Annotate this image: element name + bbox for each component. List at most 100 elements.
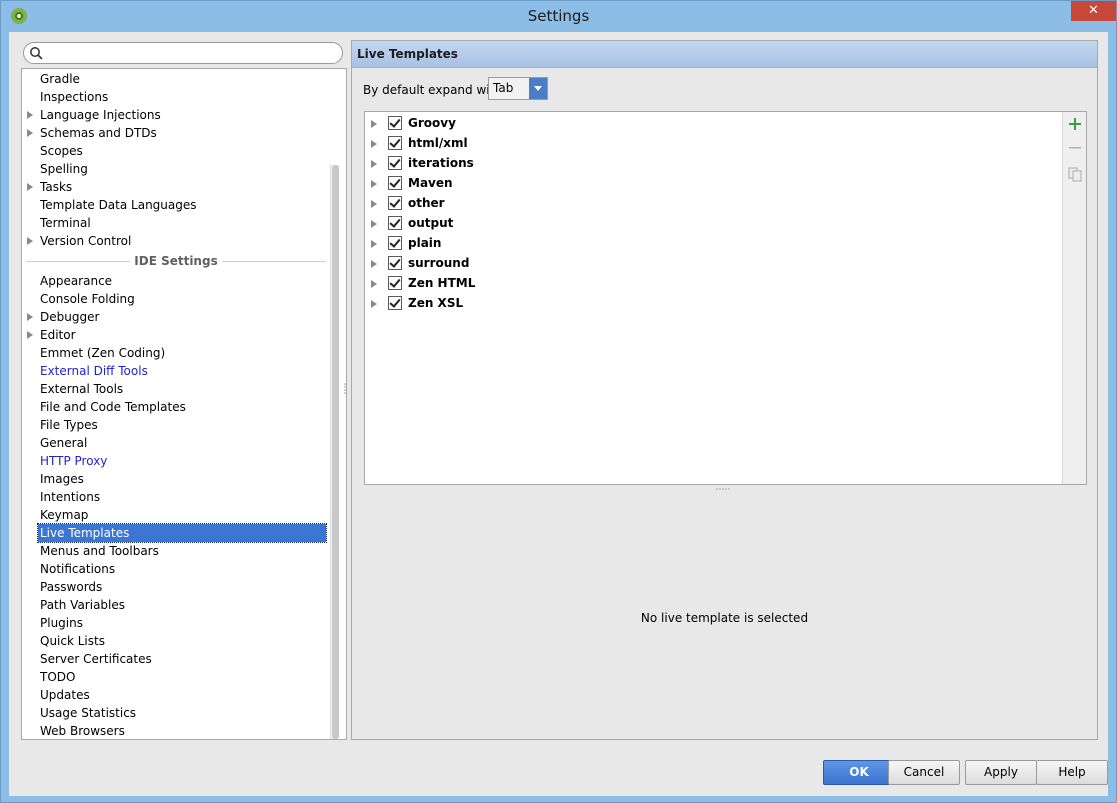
sidebar-item-label: Path Variables	[40, 598, 126, 612]
sidebar-item[interactable]: Live Templates	[22, 523, 327, 543]
sidebar-item[interactable]: Template Data Languages	[22, 196, 326, 214]
sidebar-item-label: Images	[40, 472, 84, 486]
expand-arrow-icon[interactable]	[27, 129, 33, 137]
ok-button[interactable]: OK	[823, 760, 895, 785]
expand-arrow-icon[interactable]	[371, 200, 377, 208]
sidebar-item[interactable]: Editor	[22, 326, 326, 344]
template-group-checkbox[interactable]	[388, 256, 402, 270]
expand-arrow-icon[interactable]	[27, 111, 33, 119]
sidebar-item-label: TODO	[40, 670, 76, 684]
empty-selection-message: No live template is selected	[640, 611, 809, 625]
sidebar-item[interactable]: External Diff Tools	[22, 362, 326, 380]
sidebar-item[interactable]: Gradle	[22, 70, 326, 88]
expand-arrow-icon[interactable]	[371, 260, 377, 268]
cancel-button[interactable]: Cancel	[888, 760, 960, 785]
expand-arrow-icon[interactable]	[371, 140, 377, 148]
sidebar-item[interactable]: Language Injections	[22, 106, 326, 124]
template-group-checkbox[interactable]	[388, 136, 402, 150]
expand-arrow-icon[interactable]	[371, 120, 377, 128]
template-group-checkbox[interactable]	[388, 116, 402, 130]
sidebar-item[interactable]: Spelling	[22, 160, 326, 178]
search-input[interactable]	[46, 45, 336, 61]
expand-arrow-icon[interactable]	[27, 237, 33, 245]
expand-arrow-icon[interactable]	[371, 220, 377, 228]
plus-icon[interactable]	[1067, 116, 1083, 132]
expand-arrow-icon[interactable]	[371, 300, 377, 308]
sidebar-item[interactable]: Notifications	[22, 560, 326, 578]
template-group-checkbox[interactable]	[388, 236, 402, 250]
apply-button[interactable]: Apply	[965, 760, 1037, 785]
sidebar-item[interactable]: Appearance	[22, 272, 326, 290]
template-group-checkbox[interactable]	[388, 216, 402, 230]
sidebar-item[interactable]: File Types	[22, 416, 326, 434]
expand-arrow-icon[interactable]	[371, 240, 377, 248]
sidebar-item-label: Server Certificates	[40, 652, 152, 666]
sidebar-item[interactable]: Console Folding	[22, 290, 326, 308]
template-group-row[interactable]: Zen HTML	[365, 274, 1055, 294]
minus-icon[interactable]	[1067, 140, 1083, 156]
sidebar-item[interactable]: Terminal	[22, 214, 326, 232]
sidebar-item[interactable]: Plugins	[22, 614, 326, 632]
sidebar-item[interactable]: Updates	[22, 686, 326, 704]
sidebar-item[interactable]: HTTP Proxy	[22, 452, 326, 470]
scrollbar-thumb[interactable]	[332, 165, 339, 739]
sidebar-item[interactable]: External Tools	[22, 380, 326, 398]
sidebar-item[interactable]: Path Variables	[22, 596, 326, 614]
sidebar-item[interactable]: Scopes	[22, 142, 326, 160]
panel-splitter[interactable]	[343, 382, 347, 396]
chevron-down-icon[interactable]	[529, 78, 547, 99]
sidebar-item[interactable]: General	[22, 434, 326, 452]
template-group-checkbox[interactable]	[388, 296, 402, 310]
sidebar-item[interactable]: TODO	[22, 668, 326, 686]
sidebar-item[interactable]: Tasks	[22, 178, 326, 196]
copy-icon[interactable]	[1067, 166, 1083, 182]
template-group-row[interactable]: other	[365, 194, 1055, 214]
template-group-checkbox[interactable]	[388, 196, 402, 210]
settings-search[interactable]	[23, 42, 343, 64]
sidebar-item[interactable]: Emmet (Zen Coding)	[22, 344, 326, 362]
template-group-row[interactable]: iterations	[365, 154, 1055, 174]
template-group-checkbox[interactable]	[388, 176, 402, 190]
settings-tree: Gradle Inspections Language Injections Sche…	[21, 68, 347, 740]
template-group-checkbox[interactable]	[388, 276, 402, 290]
sidebar-item[interactable]: Intentions	[22, 488, 326, 506]
panel-header: Live Templates	[352, 41, 1097, 68]
template-group-row[interactable]: Groovy	[365, 114, 1055, 134]
template-group-name: html/xml	[408, 136, 468, 150]
tree-scrollbar[interactable]	[330, 165, 339, 739]
horizontal-splitter[interactable]	[715, 487, 731, 491]
sidebar-item[interactable]: Server Certificates	[22, 650, 326, 668]
template-group-row[interactable]: Zen XSL	[365, 294, 1055, 314]
template-group-checkbox[interactable]	[388, 156, 402, 170]
sidebar-item[interactable]: Menus and Toolbars	[22, 542, 326, 560]
template-group-row[interactable]: surround	[365, 254, 1055, 274]
template-group-row[interactable]: html/xml	[365, 134, 1055, 154]
sidebar-item[interactable]: Inspections	[22, 88, 326, 106]
sidebar-item-label: Editor	[40, 328, 76, 342]
expand-arrow-icon[interactable]	[27, 183, 33, 191]
sidebar-item[interactable]: Quick Lists	[22, 632, 326, 650]
sidebar-item[interactable]: Web Browsers	[22, 722, 326, 739]
expand-arrow-icon[interactable]	[371, 280, 377, 288]
expand-arrow-icon[interactable]	[27, 313, 33, 321]
expand-arrow-icon[interactable]	[371, 180, 377, 188]
sidebar-item[interactable]: Version Control	[22, 232, 326, 250]
template-group-row[interactable]: Maven	[365, 174, 1055, 194]
sidebar-item[interactable]: Usage Statistics	[22, 704, 326, 722]
template-groups-list: Groovy html/xml iterations Maven other output…	[364, 111, 1087, 485]
sidebar-item[interactable]: Passwords	[22, 578, 326, 596]
template-group-row[interactable]: output	[365, 214, 1055, 234]
template-group-row[interactable]: plain	[365, 234, 1055, 254]
close-button[interactable]: ✕	[1071, 1, 1116, 21]
sidebar-item[interactable]: Debugger	[22, 308, 326, 326]
sidebar-item-label: Template Data Languages	[40, 198, 197, 212]
sidebar-item-label: Live Templates	[37, 523, 327, 543]
expand-arrow-icon[interactable]	[27, 331, 33, 339]
sidebar-item[interactable]: Images	[22, 470, 326, 488]
sidebar-item[interactable]: File and Code Templates	[22, 398, 326, 416]
sidebar-item[interactable]: Keymap	[22, 506, 326, 524]
expand-with-select[interactable]: Tab	[488, 77, 548, 100]
expand-arrow-icon[interactable]	[371, 160, 377, 168]
help-button[interactable]: Help	[1036, 760, 1108, 785]
sidebar-item[interactable]: Schemas and DTDs	[22, 124, 326, 142]
